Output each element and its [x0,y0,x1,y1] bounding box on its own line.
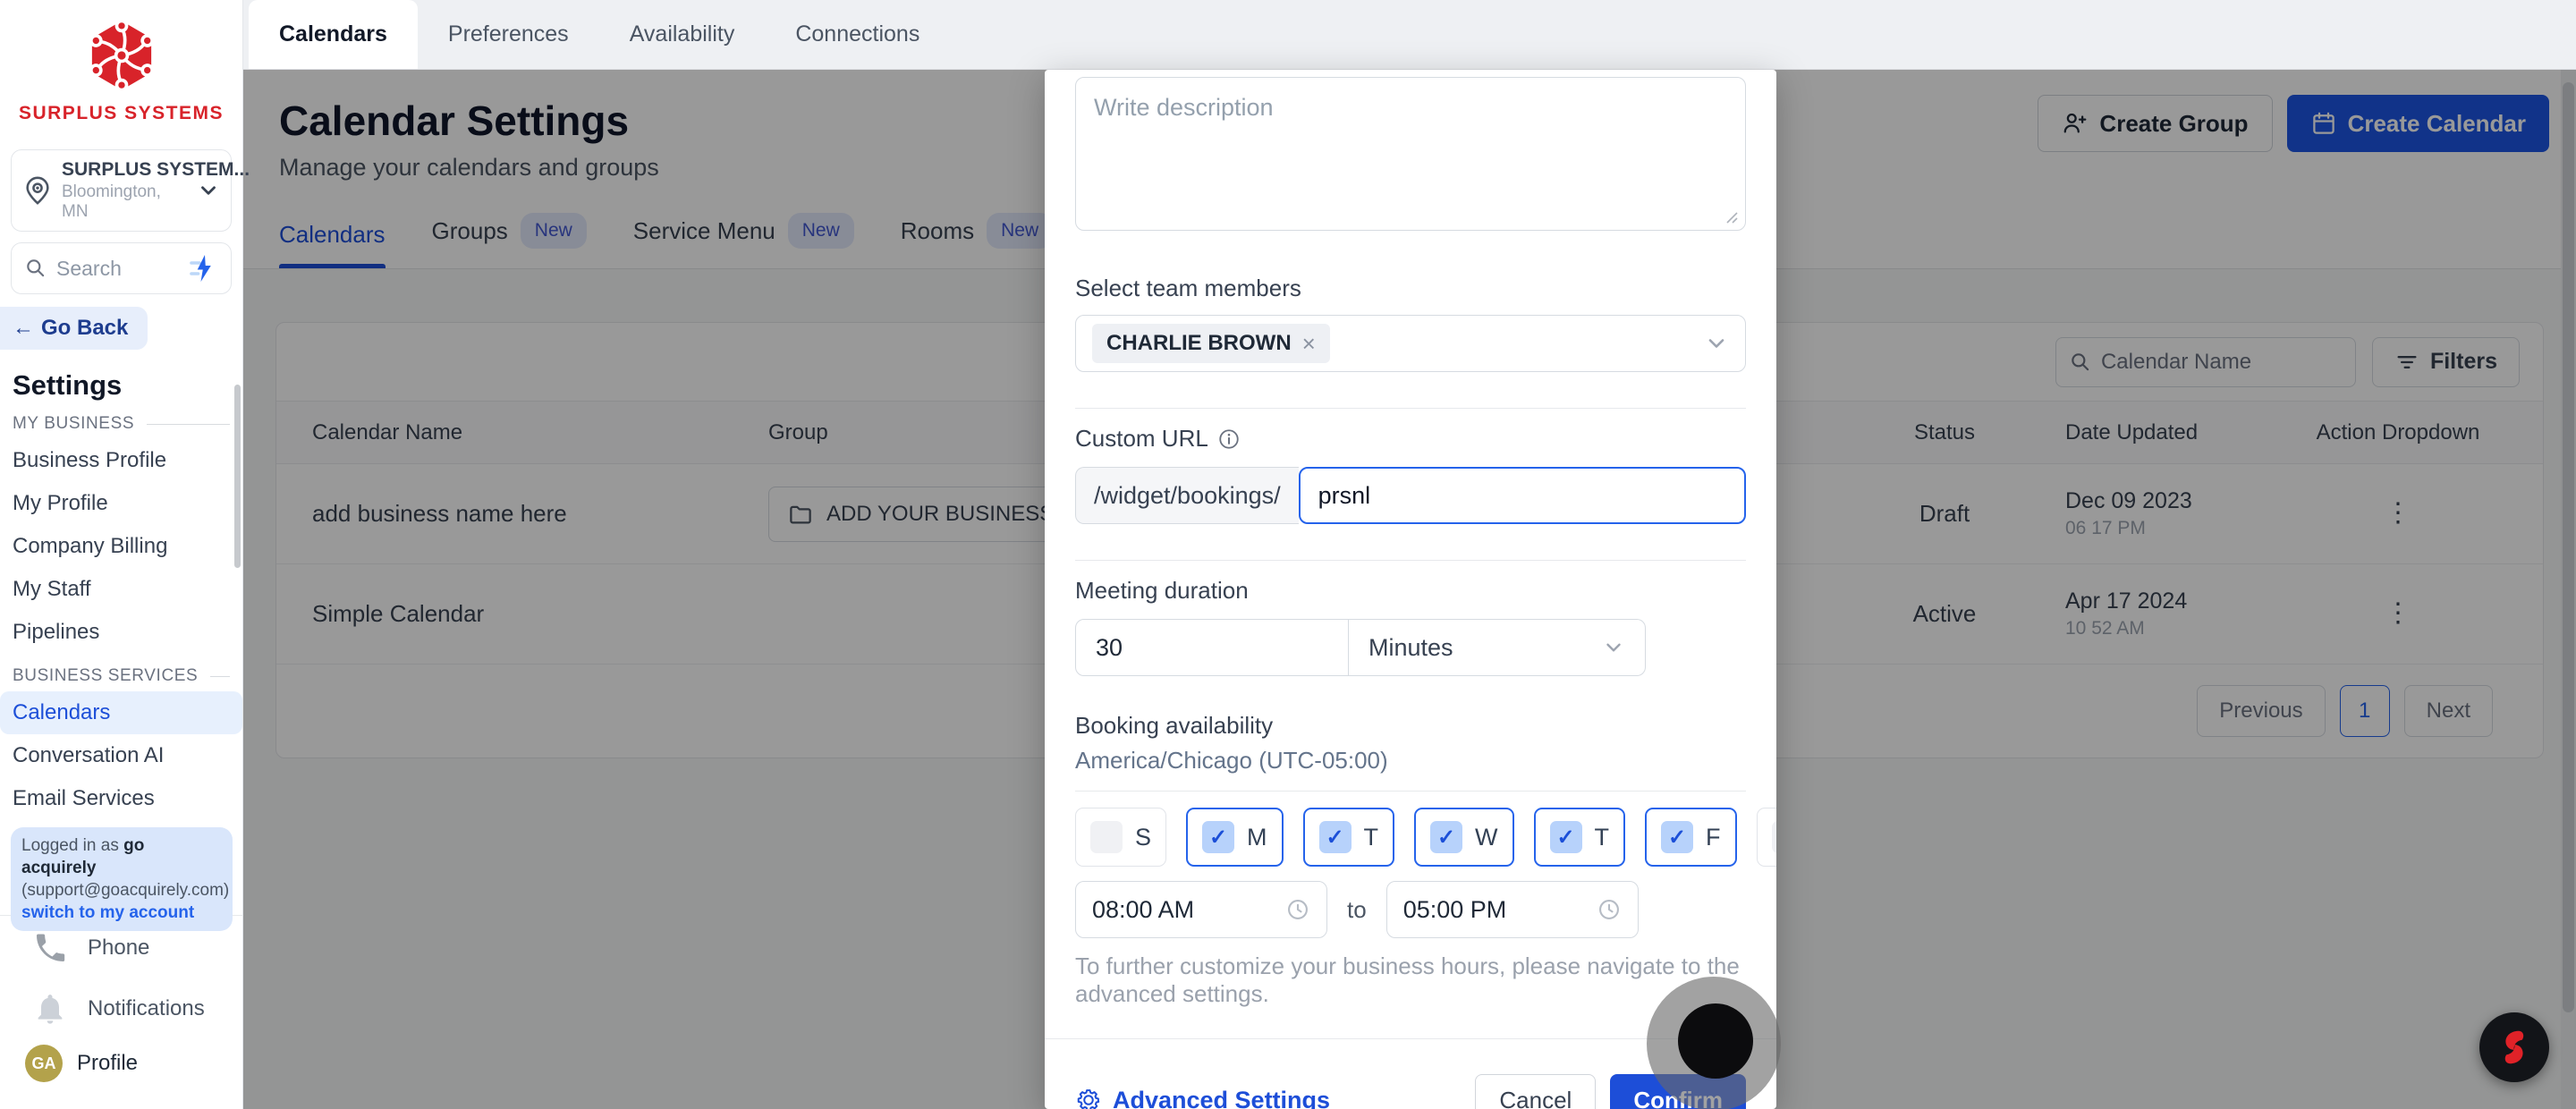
divider [1075,408,1746,409]
time-to-input[interactable]: 05:00 PM [1385,881,1639,938]
avatar: GA [25,1045,63,1082]
settings-heading: Settings [13,369,123,401]
description-textarea[interactable] [1075,77,1746,231]
checkbox-icon: ✓ [1549,821,1582,853]
hours-help-text: To further customize your business hours… [1075,952,1740,1007]
cancel-button[interactable]: Cancel [1475,1074,1597,1109]
divider [1075,791,1746,792]
day-checkbox-monday[interactable]: ✓ M [1186,808,1284,867]
sidebar: SURPLUS SYSTEMS SURPLUS SYSTEM... Bloomi… [0,0,250,1109]
checkbox-icon: ✓ [1430,821,1463,853]
create-calendar-modal: Select team members CHARLIE BROWN × Cust… [1045,70,1776,1109]
checkbox-icon: ✓ [1202,821,1235,853]
sidebar-profile[interactable]: GA Profile [0,1045,243,1082]
checkbox-icon: ✓ [1318,821,1352,853]
divider [1075,560,1746,561]
sidebar-item-company-billing[interactable]: Company Billing [0,525,242,568]
confirm-button[interactable]: Confirm [1610,1074,1746,1109]
chevron-down-icon [1708,339,1724,348]
tab-availability[interactable]: Availability [599,0,766,69]
weekday-checkboxes: S ✓M ✓T ✓W ✓T ✓F S [1075,808,1776,867]
nav-section-business-services: BUSINESS SERVICES [13,666,230,686]
url-prefix: /widget/bookings/ [1075,467,1299,524]
chevron-down-icon [201,186,216,195]
timezone-label: America/Chicago (UTC-05:00) [1075,747,1388,774]
bell-icon [38,995,63,1024]
day-checkbox-sunday[interactable]: S [1075,808,1167,867]
info-icon [1219,428,1239,449]
checkbox-icon: ✓ [1661,821,1693,853]
time-from-input[interactable]: 08:00 AM [1075,881,1327,938]
location-selector[interactable]: SURPLUS SYSTEM... Bloomington, MN [11,149,250,232]
day-checkbox-wednesday[interactable]: ✓ W [1414,808,1514,867]
business-hours: 08:00 AM to 05:00 PM [1075,881,1746,938]
tab-preferences[interactable]: Preferences [418,0,599,69]
to-label: to [1347,895,1367,923]
phone-icon [37,934,65,961]
meeting-duration-label: Meeting duration [1075,577,1249,604]
switch-account-link[interactable]: switch to my account [21,903,194,922]
sidebar-phone[interactable]: Phone [0,930,243,966]
day-checkbox-friday[interactable]: ✓ F [1645,808,1737,867]
modal-footer: Advanced Settings Cancel Confirm [1045,1039,1776,1109]
clock-icon [1288,900,1308,919]
location-pin-icon [26,176,49,205]
left-arrow-icon: ← [13,316,34,340]
checkbox-icon [1090,821,1123,853]
sidebar-item-conversation-ai[interactable]: Conversation AI [0,734,242,777]
sidebar-search[interactable] [11,242,232,294]
sidebar-item-business-profile[interactable]: Business Profile [0,439,242,482]
booking-availability-label: Booking availability [1075,712,1274,739]
sidebar-item-pipelines[interactable]: Pipelines [0,611,242,654]
gear-icon [1077,1089,1100,1109]
top-tab-bar: Calendars Preferences Availability Conne… [243,0,2576,70]
location-city: Bloomington, MN [62,182,161,221]
chevron-down-icon [1606,643,1621,652]
checkbox-icon [1771,821,1776,853]
brand-name: SURPLUS SYSTEMS [18,103,225,123]
search-input[interactable] [56,256,177,281]
custom-url-input[interactable] [1298,467,1746,524]
day-checkbox-saturday[interactable]: S [1756,808,1776,867]
brand-swirl-icon [2504,1030,2524,1064]
custom-url-label: Custom URL [1075,425,1746,453]
sidebar-item-email-services[interactable]: Email Services [0,777,242,820]
nav-section-my-business: MY BUSINESS [13,414,230,434]
clock-icon [1598,900,1619,919]
advanced-settings-link[interactable]: Advanced Settings [1075,1087,1330,1109]
sidebar-item-my-profile[interactable]: My Profile [0,482,242,525]
team-members-label: Select team members [1075,275,1301,301]
logged-in-email: (support@goacquirely.com) [21,881,230,901]
location-name: SURPLUS SYSTEM... [62,159,250,180]
day-checkbox-tuesday[interactable]: ✓ T [1302,808,1395,867]
tab-connections[interactable]: Connections [765,0,950,69]
remove-chip-icon[interactable]: × [1302,330,1316,358]
sidebar-item-my-staff[interactable]: My Staff [0,568,242,611]
tab-calendars[interactable]: Calendars [249,0,418,69]
sidebar-item-calendars[interactable]: Calendars [0,691,242,734]
sidebar-notifications[interactable]: Notifications [0,991,243,1027]
quick-actions-bolt-icon[interactable] [186,252,218,284]
chat-widget-button[interactable] [2479,1012,2549,1082]
team-member-chip: CHARLIE BROWN × [1092,324,1330,363]
surplus-systems-logo-icon [89,19,154,92]
day-checkbox-thursday[interactable]: ✓ T [1533,808,1625,867]
team-members-select[interactable]: CHARLIE BROWN × [1075,315,1746,372]
go-back-button[interactable]: ← Go Back [0,307,148,350]
sidebar-scrollbar[interactable] [234,385,241,568]
logged-in-banner: Logged in as go acquirely (support@goacq… [11,827,233,932]
search-icon [27,259,45,277]
go-back-label: Go Back [41,316,129,340]
duration-value-input[interactable] [1075,619,1349,676]
duration-unit-select[interactable]: Minutes [1349,619,1646,676]
brand-logo: SURPLUS SYSTEMS [0,0,242,124]
